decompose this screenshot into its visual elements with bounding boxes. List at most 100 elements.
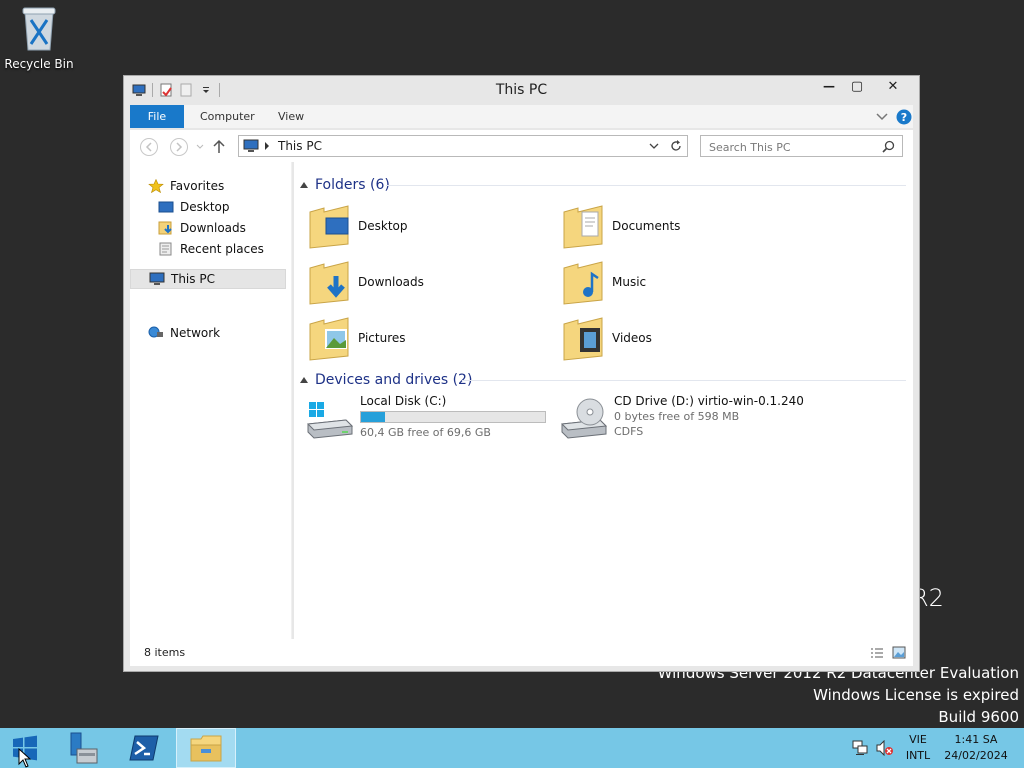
folder-desktop[interactable]: Desktop [308, 200, 408, 252]
drive-free-space: 60,4 GB free of 69,6 GB [360, 426, 491, 439]
expand-ribbon-icon[interactable] [876, 112, 888, 122]
search-box[interactable] [700, 135, 903, 157]
item-count: 8 items [144, 646, 186, 659]
folder-documents[interactable]: Documents [562, 200, 680, 252]
nav-item-label: Downloads [180, 221, 246, 235]
folder-label: Documents [612, 219, 681, 233]
nav-item-downloads[interactable]: Downloads [158, 218, 246, 238]
forward-button[interactable] [170, 138, 188, 156]
search-icon[interactable] [882, 140, 895, 153]
recent-places-icon [159, 242, 172, 256]
drive-name: CD Drive (D:) virtio-win-0.1.240 [614, 394, 804, 408]
drives-group-header[interactable]: Devices and drives (2) [300, 370, 472, 390]
explorer-window: This PC — ▢ ✕ File Computer View ? This … [123, 75, 920, 672]
address-path[interactable]: This PC [278, 139, 322, 153]
address-dropdown-icon[interactable] [649, 142, 659, 150]
tab-view[interactable]: View [264, 105, 318, 128]
ribbon-tabs: File Computer View ? [130, 105, 913, 128]
tab-computer[interactable]: Computer [186, 105, 269, 128]
help-icon[interactable]: ? [896, 109, 912, 125]
folder-music[interactable]: Music [562, 256, 646, 308]
taskbar-file-explorer[interactable] [176, 728, 236, 768]
clock-time: 1:41 SA [954, 733, 998, 746]
music-folder-icon [563, 261, 603, 305]
title-bar[interactable]: This PC — ▢ ✕ [124, 76, 919, 104]
network-status-icon[interactable] [852, 740, 868, 756]
collapse-arrow-icon [300, 377, 308, 383]
recycle-bin-icon [22, 7, 56, 51]
folder-downloads[interactable]: Downloads [308, 256, 424, 308]
pictures-folder-icon [309, 317, 349, 361]
downloads-folder-icon [309, 261, 349, 305]
hard-disk-icon [306, 402, 354, 439]
nav-item-this-pc[interactable]: This PC [130, 269, 286, 289]
drive-c[interactable]: Local Disk (C:) 60,4 GB free of 69,6 GB [306, 394, 556, 442]
nav-favorites-label: Favorites [170, 179, 225, 193]
watermark-license: Windows License is expired [813, 686, 1019, 704]
breadcrumb-arrow-icon[interactable] [264, 142, 270, 150]
language-code: VIE [909, 733, 927, 746]
server-manager-icon [70, 732, 98, 764]
close-button[interactable]: ✕ [872, 76, 914, 96]
watermark-build: Build 9600 [938, 708, 1019, 726]
mouse-cursor-icon [18, 748, 32, 768]
clock[interactable]: 1:41 SA 24/02/2024 [942, 732, 1010, 764]
star-icon [148, 179, 164, 193]
drive-usage-fill [361, 412, 385, 422]
recycle-bin-shortcut[interactable]: Recycle Bin [4, 4, 74, 71]
drive-filesystem: CDFS [614, 425, 644, 438]
folders-group-header[interactable]: Folders (6) [300, 175, 390, 195]
file-explorer-icon [190, 735, 222, 762]
folder-videos[interactable]: Videos [562, 312, 652, 364]
tab-file[interactable]: File [130, 105, 184, 128]
back-arrow-icon [145, 142, 152, 152]
large-icons-view-icon[interactable] [892, 646, 906, 659]
window-title: This PC [495, 82, 548, 98]
videos-folder-icon [563, 317, 603, 361]
nav-favorites[interactable]: Favorites [148, 176, 224, 196]
taskbar-powershell[interactable] [114, 728, 174, 768]
desktop-icon [158, 201, 174, 213]
recent-locations-icon[interactable] [196, 144, 204, 150]
content-pane: Folders (6) Desktop Documents Downloads … [294, 162, 913, 639]
nav-item-desktop[interactable]: Desktop [158, 197, 230, 217]
powershell-icon [129, 735, 159, 761]
navigation-pane: Favorites Desktop Downloads Recent place… [130, 162, 292, 639]
drives-header-label: Devices and drives (2) [315, 372, 473, 388]
folders-header-label: Folders (6) [315, 177, 390, 193]
folder-label: Videos [612, 331, 652, 345]
taskbar: VIE INTL 1:41 SA 24/02/2024 [0, 728, 1024, 768]
taskbar-server-manager[interactable] [52, 728, 112, 768]
drive-d[interactable]: CD Drive (D:) virtio-win-0.1.240 0 bytes… [560, 394, 860, 444]
svg-text:?: ? [901, 111, 907, 124]
pane-splitter[interactable] [291, 162, 292, 639]
back-button[interactable] [140, 138, 158, 156]
minimize-button[interactable]: — [816, 76, 842, 96]
group-divider [386, 185, 906, 186]
drive-free-space: 0 bytes free of 598 MB [614, 410, 740, 423]
computer-icon [243, 139, 259, 152]
maximize-button[interactable]: ▢ [844, 76, 870, 96]
input-language[interactable]: VIE INTL [900, 732, 936, 764]
up-arrow-icon[interactable] [212, 139, 226, 155]
search-input[interactable] [707, 138, 876, 156]
refresh-icon[interactable] [669, 139, 683, 153]
folder-label: Pictures [358, 331, 406, 345]
nav-item-recent-places[interactable]: Recent places [158, 239, 264, 259]
network-icon [148, 326, 163, 338]
desktop-folder-icon [309, 205, 349, 249]
folder-label: Downloads [358, 275, 424, 289]
navigation-bar: This PC [130, 130, 913, 162]
volume-muted-icon[interactable] [876, 740, 894, 756]
nav-item-label: This PC [171, 272, 215, 286]
nav-item-label: Network [170, 326, 221, 340]
folder-label: Desktop [358, 219, 408, 233]
status-bar: 8 items [130, 639, 913, 666]
address-bar[interactable]: This PC [238, 135, 688, 157]
forward-arrow-icon [176, 142, 183, 152]
details-view-icon[interactable] [870, 647, 884, 659]
folder-pictures[interactable]: Pictures [308, 312, 406, 364]
nav-item-network[interactable]: Network [148, 323, 220, 343]
documents-folder-icon [563, 205, 603, 249]
group-divider [462, 380, 906, 381]
